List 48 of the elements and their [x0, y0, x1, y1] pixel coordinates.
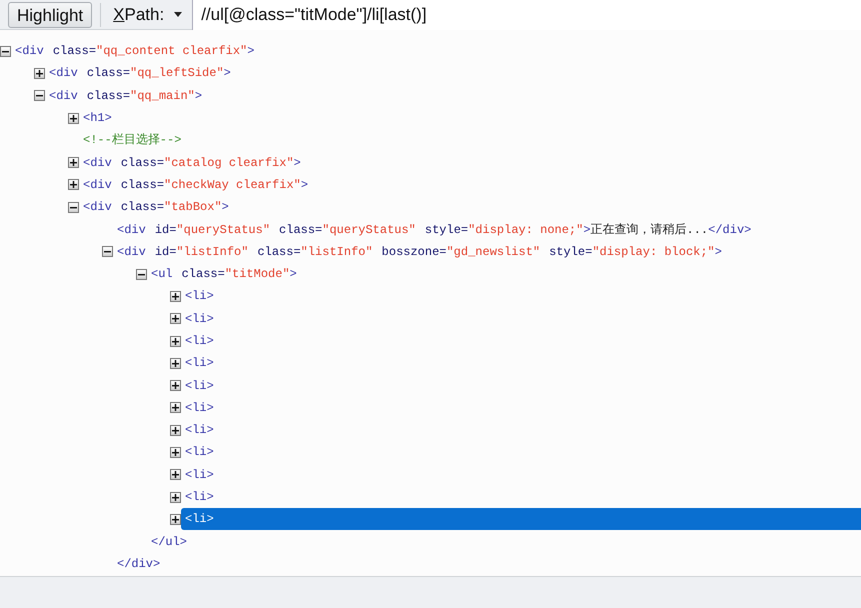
- expand-icon[interactable]: [170, 514, 181, 525]
- collapse-icon[interactable]: [0, 46, 11, 57]
- expand-icon[interactable]: [170, 402, 181, 414]
- node-label[interactable]: <li>: [181, 486, 861, 508]
- expand-icon[interactable]: [170, 290, 181, 302]
- closing-tag: </ul>: [147, 532, 188, 551]
- expand-icon[interactable]: [170, 380, 181, 392]
- node-label[interactable]: <div id="queryStatus" class="queryStatus" style="display: none;">正在查询，请稍后...</div>: [113, 218, 861, 241]
- expand-icon[interactable]: [170, 424, 181, 436]
- node-label[interactable]: <div class="checkWay clearfix">: [79, 174, 861, 196]
- collapse-icon[interactable]: [136, 268, 147, 280]
- node-label[interactable]: <div class="catalog clearfix">: [79, 152, 861, 174]
- expand-icon[interactable]: [68, 112, 79, 124]
- node-label[interactable]: <li>: [181, 441, 861, 464]
- highlight-button[interactable]: Highlight: [8, 2, 92, 28]
- caret-icon: [174, 12, 182, 17]
- expand-icon[interactable]: [170, 446, 181, 458]
- node-label[interactable]: <div class="qq_content clearfix">: [11, 40, 861, 62]
- node-label[interactable]: <li>: [181, 285, 861, 308]
- node-label[interactable]: <li>: [181, 308, 861, 330]
- node-label[interactable]: <li>: [181, 352, 861, 374]
- node-label[interactable]: <div class="qq_main">: [45, 84, 861, 107]
- expand-icon[interactable]: [170, 313, 181, 324]
- expand-icon[interactable]: [170, 492, 181, 503]
- expand-icon[interactable]: [68, 179, 79, 190]
- node-label[interactable]: <div class="qq_leftSide">: [45, 62, 861, 84]
- collapse-icon[interactable]: [34, 90, 45, 102]
- node-label[interactable]: <li>: [181, 330, 861, 352]
- comment-text: <!--栏目选择-->: [82, 132, 182, 150]
- expand-icon[interactable]: [170, 469, 181, 480]
- xpath-input-field[interactable]: //ul[@class="titMode"]/li[last()]: [192, 0, 861, 30]
- node-label[interactable]: <h1>: [79, 107, 861, 130]
- closing-tag: </div>: [113, 554, 160, 573]
- node-label[interactable]: <li>: [181, 464, 861, 486]
- node-label[interactable]: <ul class="titMode">: [147, 263, 861, 286]
- node-label[interactable]: <div class="tabBox">: [79, 196, 861, 218]
- node-label[interactable]: <li>: [181, 419, 861, 442]
- expand-icon[interactable]: [34, 68, 45, 79]
- node-label[interactable]: <li>: [181, 374, 861, 397]
- collapse-icon[interactable]: [102, 246, 113, 258]
- xpath-mode-dropdown[interactable]: XPath:: [107, 2, 188, 28]
- collapse-icon[interactable]: [68, 202, 79, 213]
- expand-icon[interactable]: [68, 157, 79, 168]
- expand-icon[interactable]: [170, 358, 181, 369]
- node-label[interactable]: <li>: [181, 396, 861, 419]
- node-label[interactable]: <li>: [181, 508, 861, 530]
- expand-icon[interactable]: [170, 336, 181, 346]
- node-label[interactable]: <div id="listInfo" class="listInfo" bosszone="gd_newslist" style="display: block;">: [113, 240, 861, 263]
